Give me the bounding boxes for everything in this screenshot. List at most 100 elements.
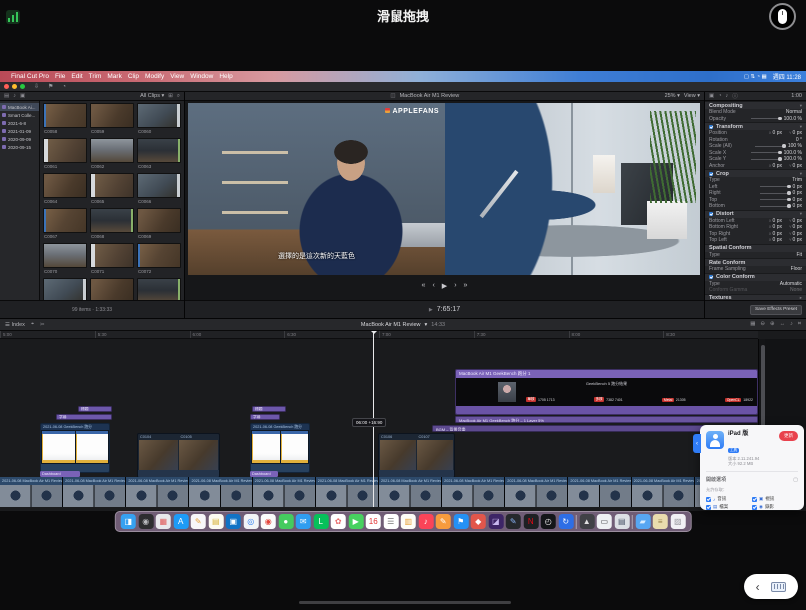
zoom-out-icon[interactable]: ⊖ xyxy=(760,321,765,328)
titles-generators-icon[interactable]: ▣ xyxy=(20,93,25,99)
dock-app-icon[interactable]: ✎ xyxy=(191,514,206,529)
clip-thumbnail[interactable] xyxy=(43,243,87,268)
dock-app-icon[interactable]: ▣ xyxy=(226,514,241,529)
home-indicator[interactable] xyxy=(299,601,511,604)
browser-clip[interactable]: C0068 xyxy=(90,208,134,240)
checkbox-checked[interactable] xyxy=(706,505,711,510)
dock-app-icon[interactable]: ◉ xyxy=(261,514,276,529)
play-icon[interactable]: ▶ xyxy=(442,282,447,290)
sidebar-item[interactable]: 2020-09-15 xyxy=(0,143,39,151)
distort-checkbox[interactable] xyxy=(709,212,713,216)
inspector-row[interactable]: Top Right 0 px 0 px xyxy=(705,231,806,238)
browser-clip[interactable]: C0060 xyxy=(137,103,181,135)
menu-item[interactable]: File xyxy=(55,73,65,80)
clip-thumbnail[interactable] xyxy=(43,138,87,163)
generator-clip-geekbench[interactable]: MacBook Air M1 GeekBench 跑分 1 GeekBench … xyxy=(455,369,758,415)
dock-app-icon[interactable]: ▶ xyxy=(348,514,363,529)
storyline-clip[interactable]: 2021-06-08 MacBook Air M1 Review xyxy=(632,477,695,507)
keyword-editor-icon[interactable]: ⚑ xyxy=(48,83,53,90)
section-transform[interactable]: Transform▾ xyxy=(705,122,806,130)
timeline-ruler[interactable]: 5:005:306:006:307:007:308:008:30 xyxy=(0,331,758,339)
save-effects-preset-button[interactable]: Save Effects Preset xyxy=(750,305,802,315)
clip-thumbnail[interactable] xyxy=(43,173,87,198)
storyline-clip[interactable]: 2021-06-08 MacBook Air M1 Review xyxy=(253,477,316,507)
inspector-row[interactable]: Type Trim xyxy=(705,177,806,184)
slider[interactable] xyxy=(751,159,781,160)
dock-app-icon[interactable]: ▦ xyxy=(156,514,171,529)
dock-app-icon[interactable] xyxy=(576,515,577,529)
browser-clip[interactable]: C0074 xyxy=(90,278,134,300)
photos-audio-icon[interactable]: ♪ xyxy=(13,93,16,99)
browser-clip[interactable]: C0062 xyxy=(90,138,134,170)
menu-clock[interactable]: 週四 11:28 xyxy=(773,72,801,81)
dock-app-icon[interactable]: ◆ xyxy=(471,514,486,529)
view-dropdown[interactable]: View ▾ xyxy=(684,93,700,99)
keyboard-button[interactable] xyxy=(771,582,786,592)
screenshot-clip[interactable]: 2021-06-08 GeekBench 跑分 xyxy=(250,423,310,473)
browser-clip[interactable]: C0065 xyxy=(90,173,134,205)
browser-clip[interactable]: C0064 xyxy=(43,173,87,205)
dock-app-icon[interactable]: ≡ xyxy=(653,514,668,529)
forward-icon[interactable]: » xyxy=(464,282,468,290)
dock-app-icon[interactable]: ↻ xyxy=(558,514,573,529)
storyline-clip[interactable]: 2021-06-08 MacBook Air M1 Review xyxy=(316,477,379,507)
inspector-row[interactable]: Position 0 px 0 px xyxy=(705,130,806,137)
browser-clip[interactable]: C0059 xyxy=(90,103,134,135)
slider[interactable] xyxy=(760,193,790,194)
browser-clip[interactable]: C0067 xyxy=(43,208,87,240)
dock-app-icon[interactable]: ◎ xyxy=(243,514,258,529)
browser-clip[interactable]: C0071 xyxy=(90,243,134,275)
section-rate-conform[interactable]: Rate Conform xyxy=(705,258,806,266)
checkbox-checked[interactable] xyxy=(752,497,757,502)
title-strip[interactable]: MacBook Air M1 GeekBench 跑分 – 1 Layer 5% xyxy=(455,416,758,423)
storyline-clip[interactable]: 2021-06-08 MacBook Air M1 Review xyxy=(568,477,631,507)
menu-item[interactable]: Mark xyxy=(107,73,121,80)
dock-app-icon[interactable]: ▤ xyxy=(208,514,223,529)
info-inspector-icon[interactable]: ⓘ xyxy=(732,92,738,100)
dock-app-icon[interactable]: ✎ xyxy=(436,514,451,529)
crop-checkbox[interactable] xyxy=(709,172,713,176)
dock-app-icon[interactable]: L xyxy=(313,514,328,529)
dock-app-icon[interactable]: ▥ xyxy=(401,514,416,529)
next-frame-icon[interactable]: › xyxy=(454,282,456,290)
clip-thumbnail[interactable] xyxy=(137,103,181,128)
audio-skimming-icon[interactable]: ♪ xyxy=(790,321,793,328)
viewer-video[interactable]: APPLEFANS 選擇的是這次新的天藍色 xyxy=(188,103,700,275)
dock-app-icon[interactable]: 16 xyxy=(366,514,381,529)
storyline-clip[interactable]: 2021-06-08 MacBook Air M1 Review xyxy=(379,477,442,507)
menu-item[interactable]: Clip xyxy=(128,73,139,80)
menu-item[interactable]: Trim xyxy=(89,73,102,80)
browser-clip[interactable]: C0072 xyxy=(137,243,181,275)
clip-appearance-icon[interactable]: ▦ xyxy=(750,321,755,328)
dock-app-icon[interactable]: ● xyxy=(278,514,293,529)
menu-item[interactable]: Modify xyxy=(145,73,164,80)
inspector-row[interactable]: Bottom Right 0 px 0 px xyxy=(705,224,806,231)
browser-clip[interactable]: C0058 xyxy=(43,103,87,135)
slider[interactable] xyxy=(760,199,790,200)
inspector-row[interactable]: Rotation 0 ° xyxy=(705,137,806,144)
dock-app-icon[interactable]: ⚑ xyxy=(453,514,468,529)
menu-item[interactable]: Final Cut Pro xyxy=(11,73,49,80)
clip-thumbnail[interactable] xyxy=(43,103,87,128)
popup-drawer-handle[interactable]: ‹ xyxy=(693,434,701,453)
section-compositing[interactable]: Compositing▾ xyxy=(705,101,806,109)
clip-thumbnail[interactable] xyxy=(137,208,181,233)
project-switcher[interactable]: MacBook Air M1 Review ▾ 14:33 xyxy=(361,322,445,328)
zoom-button[interactable] xyxy=(20,84,25,89)
background-tasks-icon[interactable]: ◔ xyxy=(62,84,66,90)
tools-menu-icon[interactable]: ⌖ xyxy=(31,321,34,328)
browser-clip[interactable]: C0073 xyxy=(43,278,87,300)
show-libraries-icon[interactable]: ▤ xyxy=(4,93,9,99)
inspector-row[interactable]: Conform Gamma None xyxy=(705,287,806,294)
import-media-icon[interactable]: ⇩ xyxy=(34,83,39,90)
checkbox-checked[interactable] xyxy=(706,497,711,502)
title-clip[interactable]: 字幕 xyxy=(56,414,112,420)
dock-app-icon[interactable]: ✎ xyxy=(506,514,521,529)
inspector-row[interactable]: Top Left 0 px 0 px xyxy=(705,237,806,244)
browser-clip[interactable]: C0069 xyxy=(137,208,181,240)
screenshot-clip[interactable]: 2021-06-08 GeekBench 跑分 xyxy=(40,423,110,473)
options-row[interactable]: 開啟選項 ▢ xyxy=(706,471,798,483)
sidebar-item[interactable]: MacBook Ai... xyxy=(0,103,39,111)
dock-app-icon[interactable]: ◉ xyxy=(138,514,153,529)
dock-app-icon[interactable]: ▤ xyxy=(614,514,629,529)
